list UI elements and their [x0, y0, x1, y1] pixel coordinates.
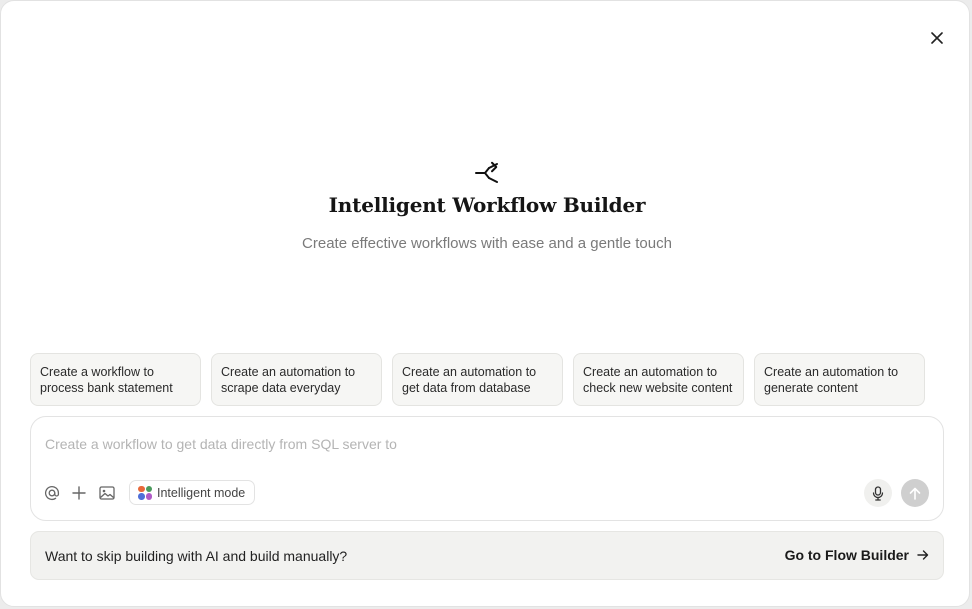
suggestion-line: process bank statement: [40, 381, 173, 395]
image-upload-button[interactable]: [97, 483, 117, 503]
suggestion-line: Create an automation to: [221, 365, 356, 379]
mode-logo-icon: [138, 485, 152, 500]
go-to-flow-builder-link[interactable]: Go to Flow Builder: [785, 547, 929, 563]
manual-build-prompt: Want to skip building with AI and build …: [45, 548, 348, 564]
add-button[interactable]: [69, 483, 89, 503]
suggestion-line: Create an automation to: [402, 365, 537, 379]
suggestion-line: check new website content: [583, 381, 733, 395]
microphone-icon: [872, 485, 884, 501]
workflow-split-icon: [475, 161, 498, 183]
manual-build-banner: Want to skip building with AI and build …: [30, 531, 944, 580]
intelligent-mode-toggle[interactable]: Intelligent mode: [129, 480, 256, 505]
arrow-right-icon: [917, 550, 929, 560]
mode-label: Intelligent mode: [157, 485, 246, 500]
suggestion-line: scrape data everyday: [221, 381, 341, 395]
prompt-composer: Intelligent mode: [30, 416, 944, 521]
prompt-input[interactable]: [45, 433, 865, 455]
close-icon: [931, 32, 943, 44]
plus-icon: [72, 486, 86, 500]
image-icon: [99, 486, 115, 500]
suggestion-card[interactable]: Create an automation to check new websit…: [573, 353, 744, 406]
suggestion-line: Create an automation to: [583, 365, 718, 379]
suggestion-card[interactable]: Create an automation to generate content: [754, 353, 925, 406]
close-button[interactable]: [927, 28, 947, 48]
suggestion-card[interactable]: Create a workflow to process bank statem…: [30, 353, 201, 406]
flow-builder-link-label: Go to Flow Builder: [784, 547, 909, 563]
suggestion-line: generate content: [764, 381, 858, 395]
suggestion-line: get data from database: [402, 381, 531, 395]
suggestion-line: Create a workflow to: [40, 365, 154, 379]
suggestion-card[interactable]: Create an automation to scrape data ever…: [211, 353, 382, 406]
suggestion-card[interactable]: Create an automation to get data from da…: [392, 353, 563, 406]
suggestion-list: Create a workflow to process bank statem…: [30, 353, 925, 406]
send-button[interactable]: [901, 479, 929, 507]
workflow-builder-dialog: Intelligent Workflow Builder Create effe…: [0, 0, 970, 607]
at-mention-icon: [44, 485, 60, 501]
page-subtitle: Create effective workflows with ease and…: [302, 235, 672, 252]
voice-input-button[interactable]: [864, 479, 892, 507]
suggestion-line: Create an automation to: [764, 365, 899, 379]
arrow-up-icon: [909, 487, 921, 500]
page-title: Intelligent Workflow Builder: [328, 193, 646, 217]
mention-button[interactable]: [42, 483, 62, 503]
